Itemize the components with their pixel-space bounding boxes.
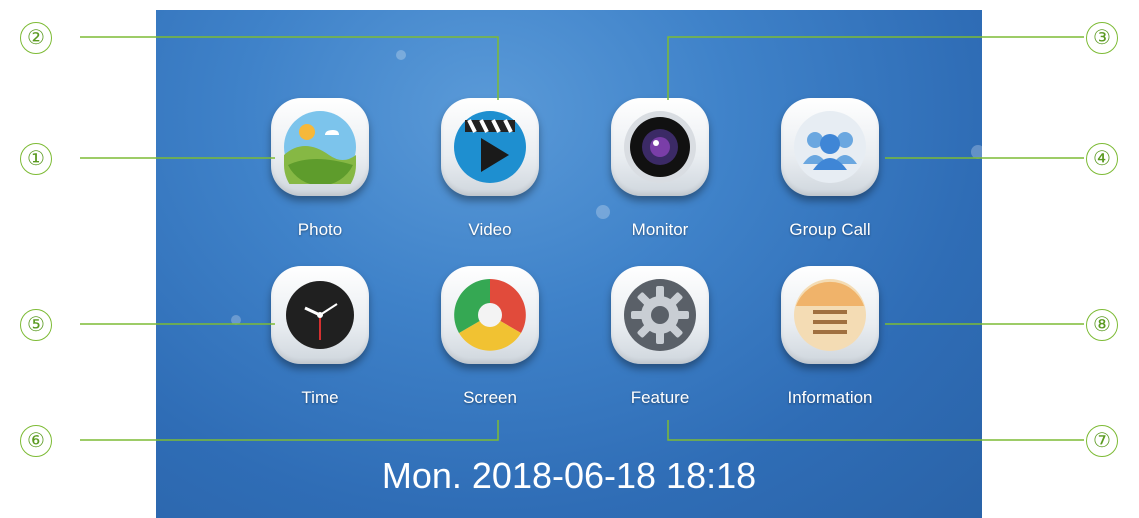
- callout-6: ⑥: [20, 425, 52, 457]
- callout-2: ②: [20, 22, 52, 54]
- callout-1: ①: [20, 143, 52, 175]
- callout-lines: [80, 36, 1084, 441]
- callout-7: ⑦: [1086, 425, 1118, 457]
- callout-4: ④: [1086, 143, 1118, 175]
- callout-8: ⑧: [1086, 309, 1118, 341]
- callout-3: ③: [1086, 22, 1118, 54]
- callout-5: ⑤: [20, 309, 52, 341]
